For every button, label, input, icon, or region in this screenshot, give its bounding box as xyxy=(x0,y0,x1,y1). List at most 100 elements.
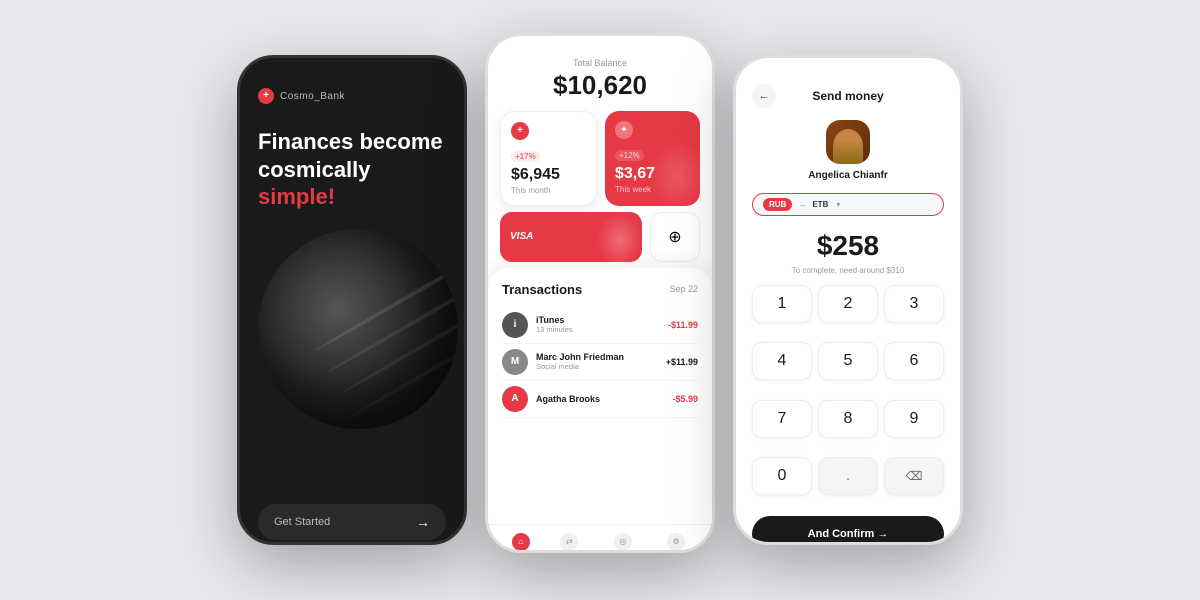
phone1-header: Cosmo_Bank xyxy=(258,88,446,104)
balance-amount: $10,620 xyxy=(506,70,694,101)
numpad: 1 2 3 4 5 6 7 8 9 0 . ⌫ xyxy=(752,285,944,508)
recipient-name: Angelica Chianfr xyxy=(808,170,887,181)
nav-analytics[interactable]: ◎ Analytics xyxy=(609,533,637,553)
phone-1: Cosmo_Bank Finances become cosmically si… xyxy=(237,55,467,545)
amount-value: $258 xyxy=(752,230,944,262)
num-key-backspace[interactable]: ⌫ xyxy=(884,457,944,495)
cta-arrow: → xyxy=(416,514,430,530)
tx-info-3: Agatha Brooks xyxy=(536,394,664,404)
headline-highlight: simple! xyxy=(258,184,335,209)
card-figure xyxy=(650,141,700,206)
tx-sub-2: Social media xyxy=(536,362,658,371)
transactions-title: Transactions xyxy=(502,282,582,297)
visa-figure xyxy=(597,212,642,262)
num-key-dot[interactable]: . xyxy=(818,457,878,495)
send-title: Send money xyxy=(812,89,883,103)
card-red[interactable]: +12% $3,67 This week xyxy=(605,111,700,206)
tx-avatar-2: M xyxy=(502,349,528,375)
nav-transfer[interactable]: ⇄ Transfer xyxy=(557,533,583,553)
transaction-item-3[interactable]: A Agatha Brooks -$5.99 xyxy=(502,381,698,418)
confirm-button[interactable]: And Confirm → xyxy=(752,516,944,545)
card-white-amount: $6,945 xyxy=(511,166,586,184)
nav-transfer-icon: ⇄ xyxy=(560,533,578,551)
transaction-item-2[interactable]: M Marc John Friedman Social media +$11.9… xyxy=(502,344,698,381)
tx-amount-2: +$11.99 xyxy=(666,357,698,367)
phone3-content: ← Send money Angelica Chianfr RUB → ETB … xyxy=(736,76,960,545)
currency-arrow: → xyxy=(798,200,806,209)
tx-name-3: Agatha Brooks xyxy=(536,394,664,404)
bottom-nav: ⌂ Home ⇄ Transfer ◎ Analytics ⚙ Settings xyxy=(488,524,712,553)
num-key-7[interactable]: 7 xyxy=(752,400,812,438)
headline-line1: Finances become xyxy=(258,129,443,154)
amount-note: To complete, need around $310 xyxy=(752,266,944,275)
recipient-section: Angelica Chianfr xyxy=(752,120,944,181)
num-key-1[interactable]: 1 xyxy=(752,285,812,323)
phone1-content: Cosmo_Bank Finances become cosmically si… xyxy=(240,76,464,545)
tx-amount-1: -$11.99 xyxy=(668,320,698,330)
confirm-label: And Confirm → xyxy=(808,528,889,540)
tx-name-2: Marc John Friedman xyxy=(536,352,658,362)
tx-info-2: Marc John Friedman Social media xyxy=(536,352,658,371)
nav-analytics-icon: ◎ xyxy=(614,533,632,551)
transaction-item-1[interactable]: i iTunes 13 minutes -$11.99 xyxy=(502,307,698,344)
phones-container: Cosmo_Bank Finances become cosmically si… xyxy=(217,28,983,573)
tx-amount-3: -$5.99 xyxy=(672,394,698,404)
card-red-icon xyxy=(615,121,633,139)
cta-label: Get Started xyxy=(274,516,330,528)
brand-icon xyxy=(258,88,274,104)
visa-card[interactable]: VISA xyxy=(500,212,642,262)
recipient-figure xyxy=(833,129,863,164)
back-button[interactable]: ← xyxy=(752,84,776,108)
transactions-header: Transactions Sep 22 xyxy=(502,282,698,297)
brand-name: Cosmo_Bank xyxy=(280,91,345,102)
phone1-globe xyxy=(258,229,458,429)
card-white-icon xyxy=(511,122,529,140)
tx-avatar-1: i xyxy=(502,312,528,338)
currency-from: RUB xyxy=(763,198,792,211)
currency-chevron: ▾ xyxy=(836,200,840,209)
num-key-4[interactable]: 4 xyxy=(752,342,812,380)
nav-home-icon: ⌂ xyxy=(512,533,530,551)
balance-label: Total Balance xyxy=(506,58,694,68)
transactions-date: Sep 22 xyxy=(669,284,698,294)
num-key-6[interactable]: 6 xyxy=(884,342,944,380)
card-mini[interactable]: ⊕ xyxy=(650,212,700,262)
nav-settings[interactable]: ⚙ Settings xyxy=(663,533,688,553)
tx-avatar-3: A xyxy=(502,386,528,412)
num-key-0[interactable]: 0 xyxy=(752,457,812,495)
headline-line2: cosmically xyxy=(258,157,371,182)
card-white-sublabel: This month xyxy=(511,186,586,195)
phone1-cta[interactable]: Get Started → xyxy=(258,504,446,540)
card-white[interactable]: +17% $6,945 This month xyxy=(500,111,597,206)
tx-sub-1: 13 minutes xyxy=(536,325,660,334)
phone3-header: ← Send money xyxy=(752,84,944,108)
num-key-3[interactable]: 3 xyxy=(884,285,944,323)
currency-to: ETB xyxy=(812,200,828,209)
num-key-8[interactable]: 8 xyxy=(818,400,878,438)
num-key-5[interactable]: 5 xyxy=(818,342,878,380)
amount-display: $258 xyxy=(752,230,944,262)
recipient-avatar xyxy=(826,120,870,164)
card-red-badge: +12% xyxy=(615,150,644,161)
nav-home[interactable]: ⌂ Home xyxy=(511,533,530,553)
card-mini-icon: ⊕ xyxy=(668,227,681,247)
cards-row2: VISA ⊕ xyxy=(488,212,712,268)
phone2-content: Total Balance $10,620 +17% $6,945 This m… xyxy=(488,54,712,553)
nav-settings-icon: ⚙ xyxy=(667,533,685,551)
back-icon: ← xyxy=(759,90,770,102)
num-key-9[interactable]: 9 xyxy=(884,400,944,438)
phone3-notch xyxy=(813,58,883,76)
num-key-2[interactable]: 2 xyxy=(818,285,878,323)
cards-row: +17% $6,945 This month +12% $3,67 This w… xyxy=(488,101,712,212)
phone1-headline: Finances become cosmically simple! xyxy=(258,128,446,211)
tx-info-1: iTunes 13 minutes xyxy=(536,315,660,334)
phone-3: ← Send money Angelica Chianfr RUB → ETB … xyxy=(733,55,963,545)
visa-label: VISA xyxy=(510,231,533,242)
currency-selector[interactable]: RUB → ETB ▾ xyxy=(752,193,944,216)
tx-name-1: iTunes xyxy=(536,315,660,325)
phone-2: Total Balance $10,620 +17% $6,945 This m… xyxy=(485,33,715,553)
phone2-top: Total Balance $10,620 xyxy=(488,54,712,101)
phone1-notch xyxy=(317,58,387,76)
transactions-panel: Transactions Sep 22 i iTunes 13 minutes … xyxy=(488,268,712,524)
card-white-badge: +17% xyxy=(511,151,540,162)
